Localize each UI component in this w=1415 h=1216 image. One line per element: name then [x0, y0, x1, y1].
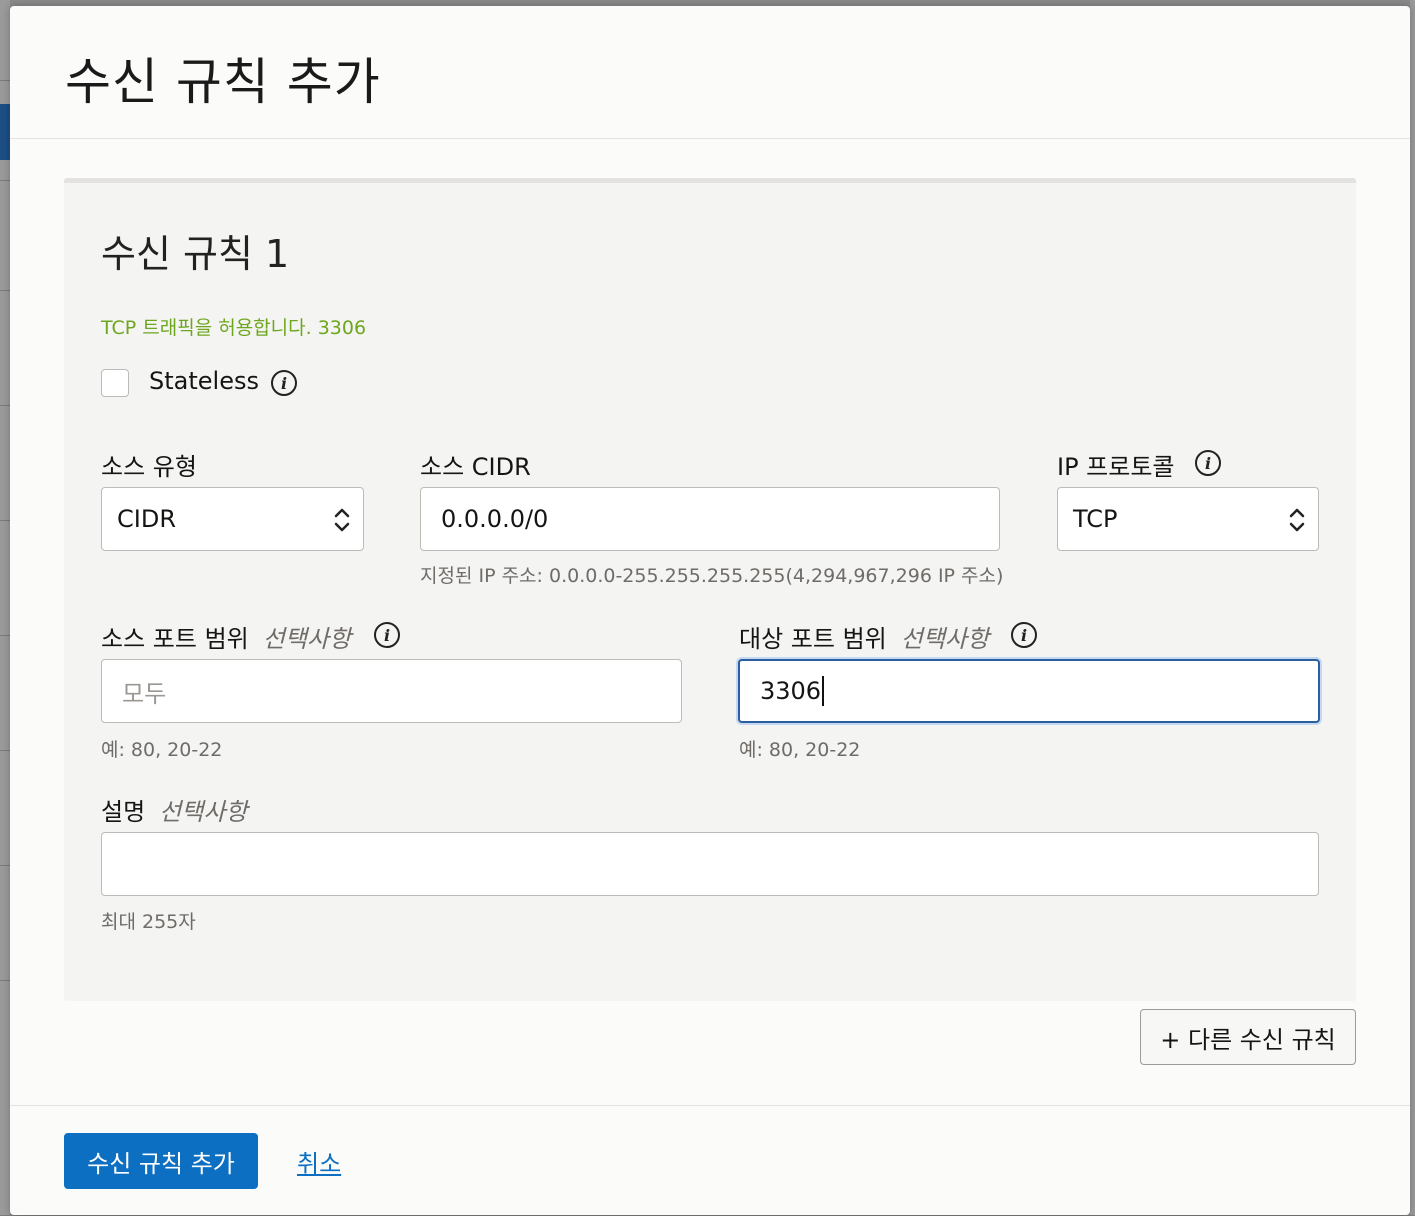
divider: [0, 290, 10, 291]
source-type-label-text: 소스 유형: [101, 453, 197, 481]
source-cidr-label-text: 소스 CIDR: [420, 453, 531, 481]
source-port-hint: 예: 80, 20-22: [101, 739, 223, 761]
dialog-title: 수신 규칙 추가: [65, 53, 381, 111]
divider: [0, 405, 10, 406]
divider: [0, 180, 10, 181]
stateless-label: Stateless: [149, 367, 259, 395]
divider: [0, 635, 10, 636]
divider: [0, 750, 10, 751]
description-input[interactable]: [101, 832, 1319, 896]
updown-chevron-icon: [1289, 508, 1305, 532]
ip-protocol-label: IP 프로토콜: [1057, 447, 1175, 482]
background-button: [0, 104, 10, 160]
divider: [0, 80, 10, 81]
cancel-link[interactable]: 취소: [297, 1144, 341, 1179]
background-page-right-edge: [1410, 0, 1415, 1215]
source-port-info-icon[interactable]: i: [374, 622, 400, 648]
source-type-value: CIDR: [117, 505, 176, 533]
dest-port-label: 대상 포트 범위 선택사항: [739, 619, 989, 654]
source-cidr-value: 0.0.0.0/0: [441, 505, 549, 533]
dest-port-optional: 선택사항: [900, 625, 990, 653]
source-cidr-label: 소스 CIDR: [420, 447, 531, 482]
rule-title: 수신 규칙 1: [101, 232, 290, 276]
ip-protocol-label-text: IP 프로토콜: [1057, 453, 1175, 481]
description-hint: 최대 255자: [101, 911, 196, 933]
source-type-select[interactable]: CIDR: [101, 487, 364, 551]
source-port-optional: 선택사항: [262, 625, 352, 653]
ip-protocol-info-icon[interactable]: i: [1195, 450, 1221, 476]
source-cidr-input[interactable]: 0.0.0.0/0: [420, 487, 1000, 551]
updown-chevron-icon: [334, 508, 350, 532]
source-cidr-hint: 지정된 IP 주소: 0.0.0.0-255.255.255.255(4,294…: [420, 565, 1004, 587]
ip-protocol-select[interactable]: TCP: [1057, 487, 1319, 551]
add-ingress-rule-submit-button[interactable]: 수신 규칙 추가: [64, 1133, 258, 1189]
description-label-text: 설명: [101, 798, 146, 826]
dialog-footer: 수신 규칙 추가 취소: [10, 1105, 1410, 1216]
source-port-placeholder: 모두: [122, 679, 167, 708]
source-port-label-text: 소스 포트 범위: [101, 625, 249, 653]
source-port-input[interactable]: 모두: [101, 659, 682, 723]
ip-protocol-value: TCP: [1073, 505, 1118, 533]
source-type-label: 소스 유형: [101, 447, 197, 482]
add-ingress-rule-dialog: 수신 규칙 추가 수신 규칙 1 TCP 트래픽을 허용합니다. 3306 St…: [10, 6, 1410, 1215]
dialog-header: 수신 규칙 추가: [10, 6, 1410, 139]
ingress-rule-card: 수신 규칙 1 TCP 트래픽을 허용합니다. 3306 Stateless i…: [64, 178, 1356, 1001]
dest-port-value: 3306: [760, 677, 822, 705]
add-another-rule-button[interactable]: + 다른 수신 규칙: [1140, 1009, 1356, 1065]
rule-summary: TCP 트래픽을 허용합니다. 3306: [101, 317, 367, 339]
divider: [0, 520, 10, 521]
description-label: 설명 선택사항: [101, 792, 248, 827]
divider: [0, 980, 10, 981]
source-port-label: 소스 포트 범위 선택사항: [101, 619, 351, 654]
dest-port-hint: 예: 80, 20-22: [739, 739, 861, 761]
dest-port-info-icon[interactable]: i: [1011, 622, 1037, 648]
description-optional: 선택사항: [159, 798, 248, 826]
stateless-info-icon[interactable]: i: [271, 370, 297, 396]
dest-port-label-text: 대상 포트 범위: [739, 625, 887, 653]
dest-port-input[interactable]: 3306: [738, 659, 1320, 723]
divider: [0, 865, 10, 866]
stateless-checkbox[interactable]: [101, 369, 129, 397]
background-page-left-edge: [0, 0, 10, 1215]
text-caret: [822, 676, 825, 706]
